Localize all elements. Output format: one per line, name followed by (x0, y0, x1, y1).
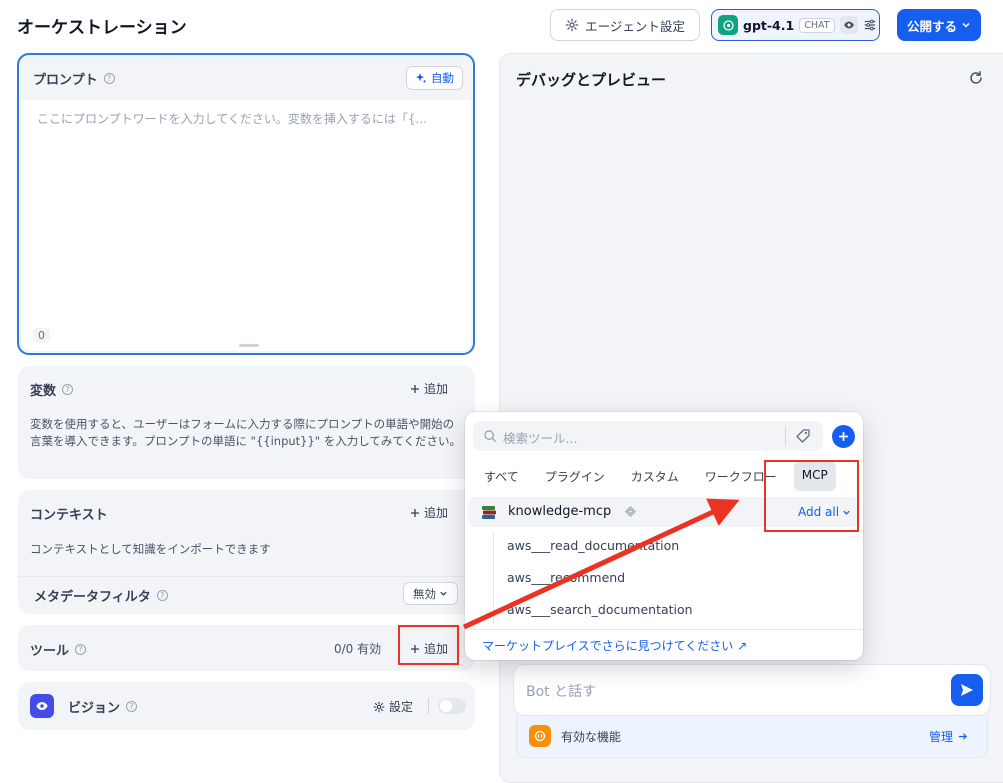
annotation-arrow (462, 498, 740, 630)
